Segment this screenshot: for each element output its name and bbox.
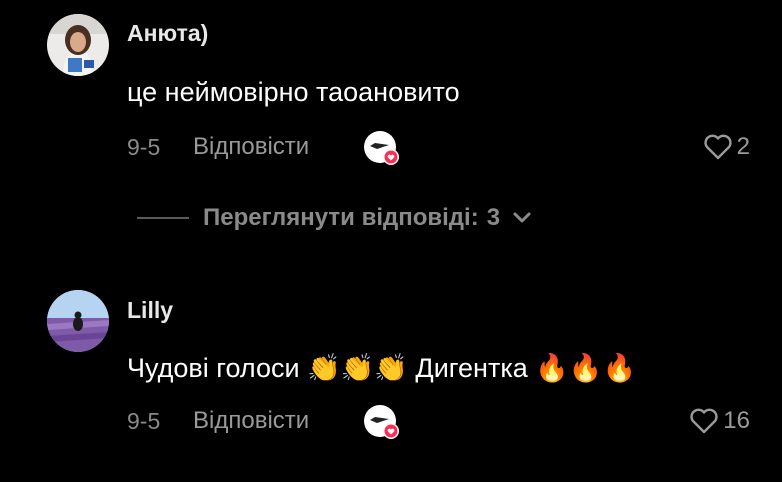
comment-username[interactable]: Lilly <box>127 297 173 324</box>
avatar[interactable] <box>47 14 109 76</box>
avatar[interactable] <box>47 290 109 352</box>
comment-date: 9-5 <box>127 134 161 160</box>
like-count: 2 <box>736 133 750 160</box>
comment-text: це неймовірно таоановито <box>127 77 460 107</box>
reply-button[interactable]: Відповісти <box>193 133 309 161</box>
comment-text: Чудові голоси 👏👏👏 Дигентка 🔥🔥🔥 <box>127 353 637 383</box>
replies-count: 3 <box>486 204 501 231</box>
chevron-down-icon <box>513 212 531 223</box>
comment-username[interactable]: Анюта) <box>127 20 208 47</box>
comment-item: Lilly Чудові голоси 👏👏👏 Дигентка 🔥🔥🔥 9-5… <box>0 280 782 480</box>
like-button[interactable]: 16 <box>689 407 750 435</box>
like-count: 16 <box>723 407 750 434</box>
heart-outline-icon <box>690 408 718 434</box>
like-button[interactable]: 2 <box>703 133 750 161</box>
comment-date: 9-5 <box>127 408 161 434</box>
divider-line <box>137 217 189 219</box>
comment-item: Анюта) це неймовірно таоановито 9-5 Відп… <box>0 0 782 200</box>
creator-liked-heart-icon <box>363 130 401 168</box>
view-replies-label: Переглянути відповіді: <box>203 204 479 231</box>
heart-outline-icon <box>704 134 732 160</box>
creator-liked-heart-icon <box>363 404 401 442</box>
view-replies-button[interactable]: Переглянути відповіді: 3 <box>137 204 532 232</box>
reply-button[interactable]: Відповісти <box>193 407 309 435</box>
